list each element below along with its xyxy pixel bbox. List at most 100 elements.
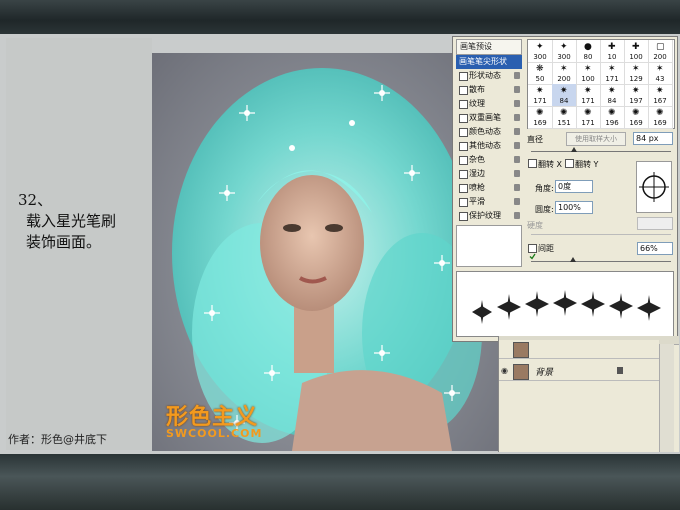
- brush-tip[interactable]: ❋ 50: [528, 62, 553, 85]
- photo-canvas: 形色主义 SWCOOL.COM: [152, 53, 498, 451]
- layer-row-upper[interactable]: [499, 340, 659, 359]
- option-other-dynamics[interactable]: 其他动态: [456, 139, 522, 153]
- angle-label: 角度:: [535, 184, 554, 193]
- brush-tip[interactable]: ✺ 169: [624, 106, 649, 129]
- checkbox[interactable]: [459, 198, 468, 207]
- lock-icon: [617, 367, 623, 374]
- portrait-illustration: [172, 68, 482, 451]
- checkbox[interactable]: [459, 86, 468, 95]
- roundness-field[interactable]: 100%: [555, 201, 593, 214]
- diameter-slider-thumb[interactable]: [571, 147, 577, 152]
- option-texture[interactable]: 纹理: [456, 97, 522, 111]
- option-shape-dynamics[interactable]: 形状动态: [456, 69, 522, 83]
- option-protect-texture[interactable]: 保护纹理: [456, 209, 522, 223]
- brush-tip[interactable]: ✶ 100: [576, 62, 601, 85]
- brush-tip[interactable]: ✦ 300: [552, 40, 577, 63]
- brush-stroke-preview: [456, 271, 674, 337]
- brush-tip[interactable]: ✚ 10: [600, 40, 625, 63]
- checkbox[interactable]: [459, 142, 468, 151]
- option-airbrush[interactable]: 喷枪: [456, 181, 522, 195]
- option-smoothing[interactable]: 平滑: [456, 195, 522, 209]
- step-line-2: 装饰画面。: [26, 233, 102, 251]
- brush-tip[interactable]: ✶ 43: [648, 62, 673, 85]
- brush-tip[interactable]: ✷ 167: [648, 84, 673, 107]
- brush-tip[interactable]: ● 80: [576, 40, 601, 63]
- use-sample-size-button[interactable]: 使用取样大小: [566, 132, 626, 146]
- flip-x-label: 翻转 X: [538, 160, 563, 169]
- checkbox[interactable]: [459, 170, 468, 179]
- brushes-panel: 画笔预设 画笔笔尖形状 形状动态 散布 纹理 双重画笔 颜色动态 其他动态 杂色…: [452, 36, 678, 342]
- brush-tip[interactable]: ✷ 84: [600, 84, 625, 107]
- brush-tip[interactable]: ✺ 151: [552, 106, 577, 129]
- checkbox[interactable]: [459, 156, 468, 165]
- diameter-field[interactable]: 84 px: [633, 132, 673, 145]
- brush-tip[interactable]: ✺ 169: [528, 106, 553, 129]
- lock-icon: [514, 170, 520, 177]
- checkbox[interactable]: [459, 128, 468, 137]
- step-number: 32、: [18, 191, 53, 209]
- spacing-slider[interactable]: [531, 261, 671, 262]
- brush-tip[interactable]: ▢ 200: [648, 40, 673, 63]
- lock-icon: [514, 72, 520, 79]
- hardness-slider: [531, 234, 671, 235]
- lock-icon: [514, 114, 520, 121]
- hardness-field: [637, 217, 673, 230]
- brush-presets-item[interactable]: 画笔预设: [456, 39, 522, 55]
- spacing-slider-thumb[interactable]: [570, 257, 576, 262]
- brush-options-list: 画笔预设 画笔笔尖形状 形状动态 散布 纹理 双重画笔 颜色动态 其他动态 杂色…: [456, 39, 522, 267]
- diameter-label: 直径: [527, 135, 543, 144]
- options-list-empty-area: [456, 225, 522, 267]
- option-noise[interactable]: 杂色: [456, 153, 522, 167]
- brush-tip-shape-item[interactable]: 画笔笔尖形状: [456, 55, 522, 69]
- lock-icon: [514, 100, 520, 107]
- brush-tip-selected[interactable]: ✷ 84: [552, 84, 577, 107]
- brush-tip[interactable]: ✦ 300: [528, 40, 553, 63]
- option-color-dynamics[interactable]: 颜色动态: [456, 125, 522, 139]
- flip-y-label: 翻转 Y: [575, 160, 599, 169]
- brush-angle-dial[interactable]: [636, 161, 672, 213]
- bottom-banner: [0, 454, 680, 510]
- author-credit: 作者：形色@井底下: [8, 433, 107, 446]
- brush-tip[interactable]: ✶ 129: [624, 62, 649, 85]
- lock-icon: [514, 156, 520, 163]
- flip-x-checkbox[interactable]: [528, 159, 537, 168]
- checkbox[interactable]: [459, 114, 468, 123]
- lock-icon: [514, 198, 520, 205]
- hardness-label: 硬度: [527, 221, 543, 230]
- angle-field[interactable]: 0度: [555, 180, 593, 193]
- brush-tip-grid[interactable]: ✦ 300 ✦ 300 ● 80 ✚ 10 ✚ 100 ▢ 200 ❋ 50 ✶ 200 ✶ 10…: [527, 39, 675, 129]
- lock-icon: [514, 184, 520, 191]
- top-banner: [0, 0, 680, 34]
- brush-tip[interactable]: ✺ 169: [648, 106, 673, 129]
- flip-y-checkbox[interactable]: [565, 159, 574, 168]
- option-dual-brush[interactable]: 双重画笔: [456, 111, 522, 125]
- layers-scrollbar[interactable]: [659, 344, 674, 452]
- crosshair-icon: [639, 172, 669, 202]
- spacing-field[interactable]: 66%: [637, 242, 673, 255]
- eye-icon[interactable]: ◉: [501, 366, 511, 376]
- brush-tip[interactable]: ✷ 171: [576, 84, 601, 107]
- brush-tip[interactable]: ✷ 197: [624, 84, 649, 107]
- diameter-slider[interactable]: [531, 151, 671, 152]
- option-scattering[interactable]: 散布: [456, 83, 522, 97]
- checkbox[interactable]: [459, 100, 468, 109]
- checkbox[interactable]: [459, 212, 468, 221]
- layer-row-background[interactable]: ◉ 背景: [499, 362, 659, 381]
- brush-tip[interactable]: ✶ 200: [552, 62, 577, 85]
- lock-icon: [514, 212, 520, 219]
- checkbox[interactable]: [459, 184, 468, 193]
- spacing-checkbox[interactable]: [528, 244, 537, 260]
- layer-thumbnail: [513, 342, 529, 358]
- step-line-1: 载入星光笔刷: [26, 212, 117, 230]
- layers-panel: ◉ 背景: [498, 336, 679, 452]
- brush-tip[interactable]: ✺ 196: [600, 106, 625, 129]
- brush-tip[interactable]: ✷ 171: [528, 84, 553, 107]
- checkbox[interactable]: [459, 72, 468, 81]
- brush-tip[interactable]: ✚ 100: [624, 40, 649, 63]
- brush-tip[interactable]: ✶ 171: [600, 62, 625, 85]
- option-wet-edges[interactable]: 湿边: [456, 167, 522, 181]
- step-instruction: 32、 载入星光笔刷 装饰画面。: [18, 190, 116, 253]
- brush-tip[interactable]: ✺ 171: [576, 106, 601, 129]
- lock-icon: [514, 128, 520, 135]
- star-brush-stroke: [472, 290, 661, 324]
